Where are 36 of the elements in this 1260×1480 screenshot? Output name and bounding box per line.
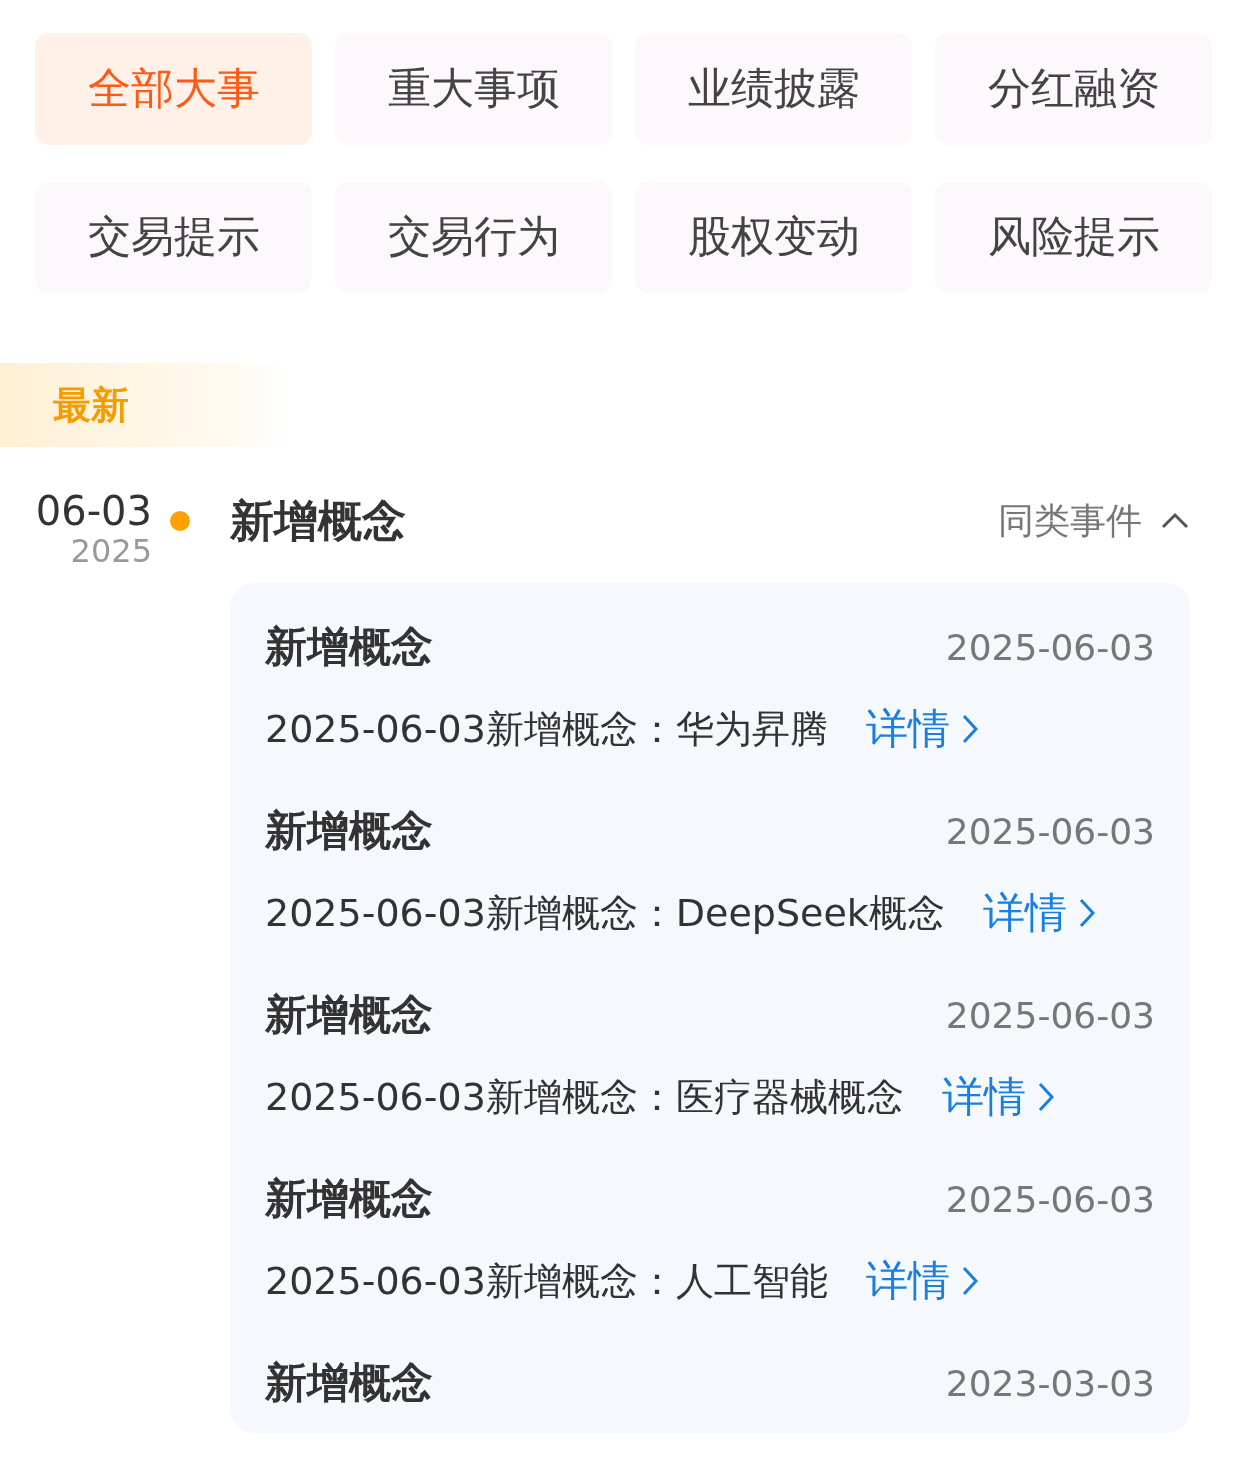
item-text: 2025-06-03新增概念：人工智能 [265, 1257, 828, 1305]
details-link[interactable]: 详情 [941, 1069, 1054, 1125]
event-title: 新增概念 [230, 493, 406, 548]
details-link[interactable]: 详情 [865, 1253, 978, 1309]
chevron-right-icon [1078, 898, 1095, 928]
event-date: 06-03 [35, 489, 152, 533]
details-link[interactable]: 详情 [865, 701, 978, 757]
item-text: 2025-06-03新增概念：华为昇腾 [265, 705, 828, 753]
details-link[interactable]: 详情 [982, 885, 1095, 941]
item-date: 2025-06-03 [945, 626, 1155, 668]
item-title: 新增概念 [265, 1173, 433, 1225]
item-date: 2025-06-03 [945, 1178, 1155, 1220]
item-date: 2023-03-03 [945, 1362, 1155, 1404]
filter-tab[interactable]: 交易提示 [35, 181, 312, 293]
chevron-right-icon [1037, 1082, 1054, 1112]
item-title: 新增概念 [265, 805, 433, 857]
chevron-right-icon [961, 714, 978, 744]
filter-tab[interactable]: 分红融资 [935, 33, 1212, 145]
timeline-dot [170, 511, 190, 531]
caret-up-icon [1160, 512, 1190, 530]
event-year: 2025 [70, 533, 152, 569]
item-date: 2025-06-03 [945, 994, 1155, 1036]
item-date: 2025-06-03 [945, 810, 1155, 852]
filter-tab[interactable]: 股权变动 [635, 181, 912, 293]
item-title: 新增概念 [265, 989, 433, 1041]
item-title: 新增概念 [265, 1357, 433, 1409]
filter-tab[interactable]: 风险提示 [935, 181, 1212, 293]
related-events-toggle[interactable]: 同类事件 [998, 496, 1190, 546]
filter-tab[interactable]: 业绩披露 [635, 33, 912, 145]
section-label: 最新 [52, 381, 129, 429]
item-text: 2025-06-03新增概念：DeepSeek概念 [265, 889, 945, 937]
filter-tab[interactable]: 重大事项 [335, 33, 612, 145]
chevron-right-icon [961, 1266, 978, 1296]
filter-tab[interactable]: 交易行为 [335, 181, 612, 293]
item-title: 新增概念 [265, 621, 433, 673]
item-text: 2025-06-03新增概念：医疗器械概念 [265, 1073, 904, 1121]
